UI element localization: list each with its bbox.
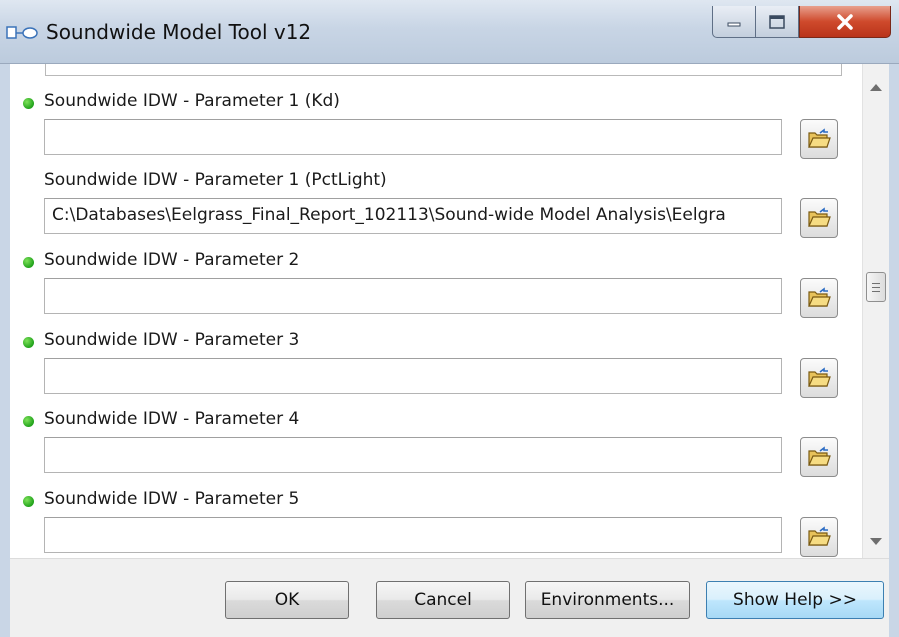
ok-button[interactable]: OK	[225, 581, 349, 619]
parameter-row: Soundwide IDW - Parameter 3	[10, 308, 862, 398]
folder-open-icon	[808, 287, 831, 307]
green-dot-icon	[23, 337, 34, 348]
green-dot-icon	[23, 416, 34, 427]
folder-open-icon	[808, 446, 831, 466]
minimize-button[interactable]	[712, 6, 756, 38]
minimize-icon	[727, 22, 741, 26]
parameter-panel: Soundwide IDW - Parameter 1 (Kd) Soundwi…	[10, 64, 862, 558]
maximize-icon	[769, 14, 785, 29]
vertical-scrollbar[interactable]	[862, 64, 889, 558]
window-frame-right	[889, 64, 899, 637]
parameter-row: Soundwide IDW - Parameter 4	[10, 387, 862, 477]
close-icon	[837, 13, 853, 30]
parameter-row: Soundwide IDW - Parameter 1 (PctLight) C…	[10, 148, 862, 238]
parameter-input[interactable]	[44, 517, 782, 553]
window-title: Soundwide Model Tool v12	[46, 20, 312, 44]
parameter-row: Soundwide IDW - Parameter 1 (Kd)	[10, 69, 862, 159]
parameter-row: Soundwide IDW - Parameter 5	[10, 467, 862, 557]
title-bar[interactable]: Soundwide Model Tool v12	[0, 0, 899, 64]
maximize-button[interactable]	[755, 6, 799, 38]
folder-open-icon	[808, 526, 831, 546]
dialog-footer: OK Cancel Environments... Show Help >>	[10, 558, 889, 637]
environments-button[interactable]: Environments...	[525, 581, 690, 619]
parameter-label: Soundwide IDW - Parameter 4	[44, 409, 300, 429]
folder-open-icon	[808, 367, 831, 387]
green-dot-icon	[23, 257, 34, 268]
scroll-down-arrow-icon[interactable]	[870, 538, 882, 545]
parameter-row: Soundwide IDW - Parameter 2	[10, 228, 862, 318]
green-dot-icon	[23, 496, 34, 507]
parameter-label: Soundwide IDW - Parameter 1 (PctLight)	[44, 170, 387, 190]
parameter-label: Soundwide IDW - Parameter 5	[44, 489, 300, 509]
show-help-button[interactable]: Show Help >>	[706, 581, 884, 619]
scrollbar-thumb[interactable]	[866, 272, 886, 302]
close-button[interactable]	[799, 6, 891, 38]
folder-open-icon	[808, 128, 831, 148]
folder-open-icon	[808, 207, 831, 227]
browse-button[interactable]	[800, 517, 838, 557]
parameter-label: Soundwide IDW - Parameter 2	[44, 250, 300, 270]
window-frame-left	[0, 64, 10, 637]
parameter-label: Soundwide IDW - Parameter 1 (Kd)	[44, 91, 340, 111]
green-dot-icon	[23, 98, 34, 109]
cancel-button[interactable]: Cancel	[376, 581, 510, 619]
model-tool-icon	[6, 26, 38, 39]
parameter-label: Soundwide IDW - Parameter 3	[44, 330, 300, 350]
scroll-up-arrow-icon[interactable]	[870, 84, 882, 91]
